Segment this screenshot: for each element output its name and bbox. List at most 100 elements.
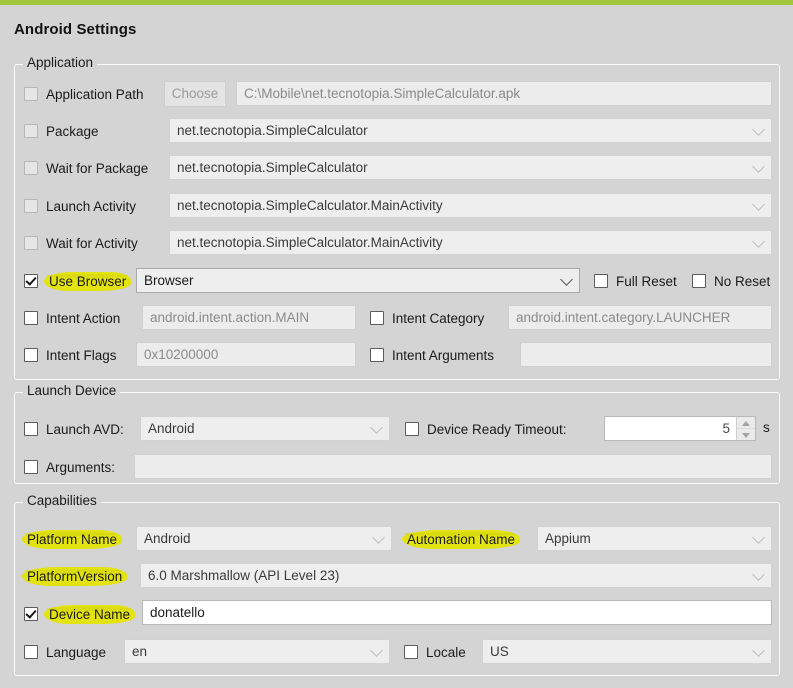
row-wait-for-activity: Wait for Activity xyxy=(24,231,138,255)
intent-arguments-label: Intent Arguments xyxy=(392,347,495,363)
full-reset-label: Full Reset xyxy=(616,273,677,289)
row-arguments: Arguments: xyxy=(24,455,115,479)
application-path-label: Application Path xyxy=(46,86,144,102)
language-combo-value: en xyxy=(132,644,148,659)
language-checkbox[interactable] xyxy=(24,645,38,659)
intent-action-input[interactable]: android.intent.action.MAIN xyxy=(142,305,356,330)
arguments-label: Arguments: xyxy=(46,459,116,475)
intent-flags-checkbox[interactable] xyxy=(24,348,38,362)
device-name-label: Device Name xyxy=(43,604,136,624)
platform-version-combo[interactable]: 6.0 Marshmallow (API Level 23) xyxy=(140,563,772,588)
device-ready-timeout-label: Device Ready Timeout: xyxy=(427,421,567,437)
spinner-up-icon[interactable] xyxy=(737,417,755,429)
arguments-input[interactable] xyxy=(134,454,772,479)
row-package: Package xyxy=(24,119,99,143)
launch-avd-label: Launch AVD: xyxy=(46,421,124,437)
language-label: Language xyxy=(46,644,107,660)
locale-combo-value: US xyxy=(490,644,509,659)
device-ready-timeout-stepper[interactable]: 5 xyxy=(604,416,756,441)
platform-version-combo-value: 6.0 Marshmallow (API Level 23) xyxy=(148,568,340,583)
row-intent-flags: Intent Flags xyxy=(24,343,117,367)
launch-device-group-legend: Launch Device xyxy=(23,383,121,398)
wait-for-activity-combo[interactable]: net.tecnotopia.SimpleCalculator.MainActi… xyxy=(169,230,772,255)
row-use-browser: Use Browser xyxy=(24,269,132,293)
automation-name-combo-value: Appium xyxy=(545,531,591,546)
platform-version-label: PlatformVersion xyxy=(21,566,128,586)
chevron-down-icon xyxy=(370,643,383,657)
platform-name-combo[interactable]: Android xyxy=(136,526,392,551)
full-reset-checkbox[interactable] xyxy=(594,274,608,288)
application-group: Application xyxy=(14,55,780,380)
device-ready-timeout-checkbox[interactable] xyxy=(405,422,419,436)
intent-arguments-input[interactable] xyxy=(520,342,772,367)
device-ready-timeout-value[interactable]: 5 xyxy=(605,417,736,440)
device-name-checkbox[interactable] xyxy=(24,607,38,621)
use-browser-combo[interactable]: Browser xyxy=(136,268,580,293)
locale-combo[interactable]: US xyxy=(482,639,772,664)
platform-name-combo-value: Android xyxy=(144,531,191,546)
package-combo[interactable]: net.tecnotopia.SimpleCalculator xyxy=(169,118,772,143)
wait-for-package-label: Wait for Package xyxy=(46,160,149,176)
row-full-reset: Full Reset xyxy=(594,269,677,293)
use-browser-label: Use Browser xyxy=(43,271,132,291)
page-title: Android Settings xyxy=(14,21,137,38)
choose-button[interactable]: Choose xyxy=(164,81,226,107)
package-checkbox[interactable] xyxy=(24,124,38,138)
chevron-down-icon xyxy=(752,197,765,211)
language-combo[interactable]: en xyxy=(124,639,390,664)
arguments-checkbox[interactable] xyxy=(24,460,38,474)
launch-activity-label: Launch Activity xyxy=(46,198,137,214)
no-reset-checkbox[interactable] xyxy=(692,274,706,288)
platform-name-label: Platform Name xyxy=(21,529,123,549)
intent-category-input[interactable]: android.intent.category.LAUNCHER xyxy=(508,305,772,330)
automation-name-combo[interactable]: Appium xyxy=(537,526,772,551)
intent-flags-label: Intent Flags xyxy=(46,347,117,363)
row-locale: Locale xyxy=(404,640,466,664)
intent-action-checkbox[interactable] xyxy=(24,311,38,325)
row-application-path: Application Path xyxy=(24,82,144,106)
row-intent-category: Intent Category xyxy=(370,306,484,330)
chevron-down-icon xyxy=(752,234,765,248)
package-label: Package xyxy=(46,123,99,139)
no-reset-label: No Reset xyxy=(714,273,771,289)
wait-for-package-checkbox[interactable] xyxy=(24,161,38,175)
launch-avd-checkbox[interactable] xyxy=(24,422,38,436)
wait-for-activity-combo-value: net.tecnotopia.SimpleCalculator.MainActi… xyxy=(177,235,443,250)
launch-avd-combo-value: Android xyxy=(148,421,195,436)
intent-category-checkbox[interactable] xyxy=(370,311,384,325)
chevron-down-icon xyxy=(752,567,765,581)
chevron-down-icon xyxy=(752,530,765,544)
launch-avd-combo[interactable]: Android xyxy=(140,416,390,441)
top-accent-bar xyxy=(0,0,793,5)
locale-checkbox[interactable] xyxy=(404,645,418,659)
row-platform-version: PlatformVersion xyxy=(21,564,128,588)
wait-for-package-combo[interactable]: net.tecnotopia.SimpleCalculator xyxy=(169,155,772,180)
intent-action-label: Intent Action xyxy=(46,310,121,326)
wait-for-package-combo-value: net.tecnotopia.SimpleCalculator xyxy=(177,160,368,175)
chevron-down-icon xyxy=(372,530,385,544)
chevron-down-icon xyxy=(752,643,765,657)
spinner-down-icon[interactable] xyxy=(737,429,755,440)
device-ready-timeout-spin-buttons[interactable] xyxy=(736,417,755,440)
intent-flags-input[interactable]: 0x10200000 xyxy=(136,342,356,367)
application-path-checkbox[interactable] xyxy=(24,87,38,101)
wait-for-activity-checkbox[interactable] xyxy=(24,236,38,250)
device-ready-timeout-unit: s xyxy=(763,420,770,435)
chevron-down-icon xyxy=(752,122,765,136)
device-name-input[interactable]: donatello xyxy=(142,600,772,625)
row-device-name: Device Name xyxy=(24,602,136,626)
application-path-input[interactable]: C:\Mobile\net.tecnotopia.SimpleCalculato… xyxy=(236,81,772,106)
launch-activity-checkbox[interactable] xyxy=(24,199,38,213)
launch-activity-combo-value: net.tecnotopia.SimpleCalculator.MainActi… xyxy=(177,198,443,213)
launch-activity-combo[interactable]: net.tecnotopia.SimpleCalculator.MainActi… xyxy=(169,193,772,218)
row-launch-activity: Launch Activity xyxy=(24,194,136,218)
intent-arguments-checkbox[interactable] xyxy=(370,348,384,362)
row-wait-for-package: Wait for Package xyxy=(24,156,148,180)
row-language: Language xyxy=(24,640,106,664)
use-browser-checkbox[interactable] xyxy=(24,274,38,288)
chevron-down-icon xyxy=(370,420,383,434)
intent-category-label: Intent Category xyxy=(392,310,485,326)
row-device-ready-timeout: Device Ready Timeout: xyxy=(405,417,567,441)
chevron-down-icon xyxy=(560,272,573,286)
application-group-legend: Application xyxy=(23,55,98,70)
